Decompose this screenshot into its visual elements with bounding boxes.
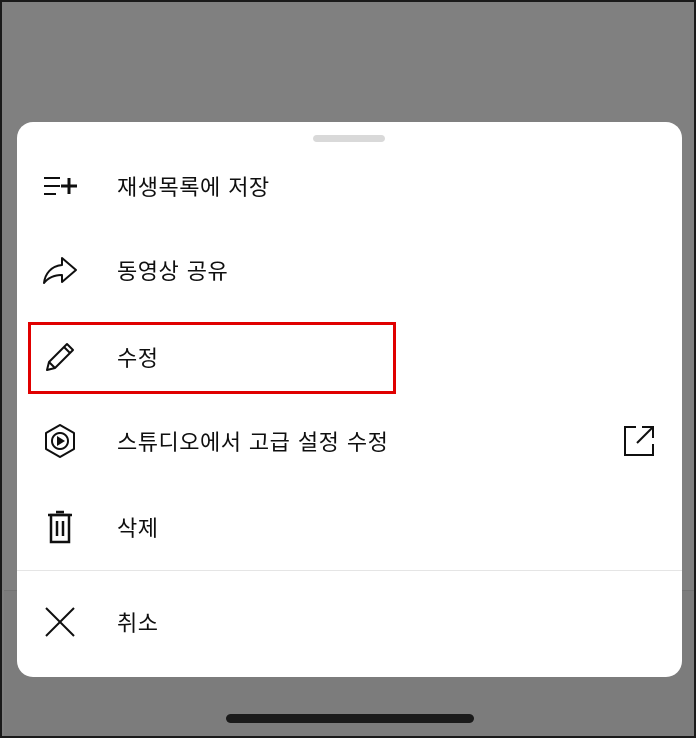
menu-item-label: 재생목록에 저장 (117, 176, 270, 201)
pencil-icon (41, 338, 79, 376)
menu-divider (17, 570, 682, 571)
menu-item-studio-advanced[interactable]: 스튜디오에서 고급 설정 수정 (17, 399, 682, 483)
external-link-icon (620, 422, 658, 460)
home-indicator (226, 714, 474, 723)
menu-item-label: 스튜디오에서 고급 설정 수정 (117, 431, 389, 456)
menu-item-share-video[interactable]: 동영상 공유 (17, 228, 682, 312)
trash-icon (41, 508, 79, 546)
menu-item-label: 수정 (117, 347, 159, 372)
studio-icon (41, 422, 79, 460)
menu-item-label: 삭제 (117, 517, 159, 542)
playlist-add-icon (41, 167, 79, 205)
menu-item-label: 동영상 공유 (117, 260, 229, 285)
menu-item-save-to-playlist[interactable]: 재생목록에 저장 (17, 144, 682, 228)
menu-item-label: 취소 (117, 612, 159, 637)
drag-handle[interactable] (313, 135, 385, 142)
bottom-sheet-menu: 재생목록에 저장 동영상 공유 수정 스튜디오에서 고급 설정 수정 삭제 취소 (17, 122, 682, 677)
close-icon (41, 603, 79, 641)
menu-item-delete[interactable]: 삭제 (17, 485, 682, 569)
menu-item-edit[interactable]: 수정 (17, 315, 682, 399)
screen-frame: 재생목록에 저장 동영상 공유 수정 스튜디오에서 고급 설정 수정 삭제 취소 (0, 0, 696, 738)
menu-item-cancel[interactable]: 취소 (17, 580, 682, 664)
share-icon (41, 251, 79, 289)
